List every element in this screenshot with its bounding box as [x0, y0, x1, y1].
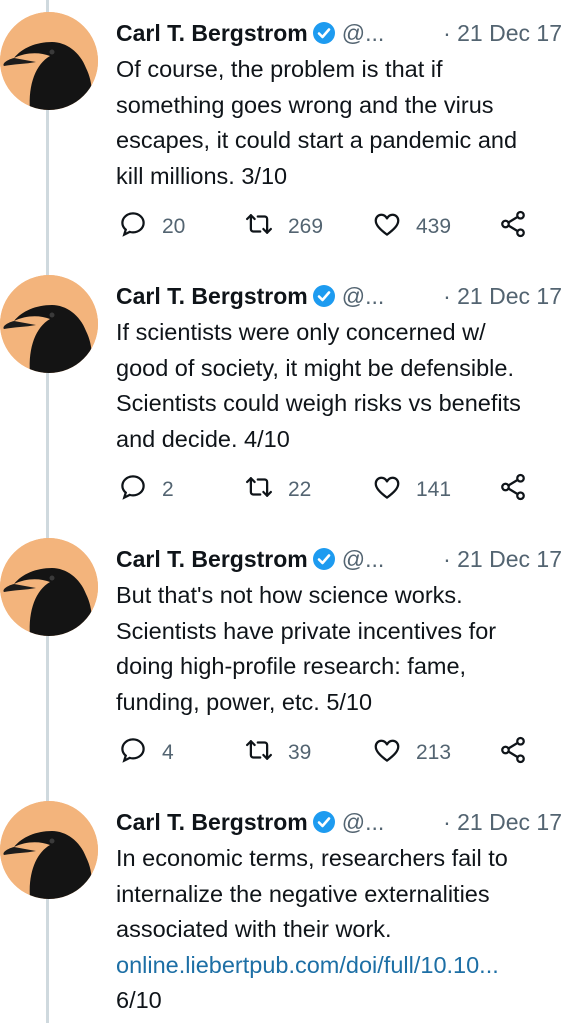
- retweet-icon: [244, 209, 274, 245]
- avatar[interactable]: [0, 12, 98, 110]
- tweet-link[interactable]: online.liebertpub.com/doi/full/10.10...: [116, 948, 582, 984]
- tweet-text-line: something goes wrong and the virus: [116, 91, 494, 118]
- verified-badge-icon: [312, 809, 336, 843]
- author-handle[interactable]: @...: [342, 20, 385, 46]
- tweet-text-line: If scientists were only concerned w/: [116, 319, 486, 345]
- like-button[interactable]: 141: [372, 473, 451, 507]
- tweet-header: Carl T. Bergstrom @... · 21 Dec 17: [116, 16, 576, 50]
- tweet-date[interactable]: · 21 Dec 17: [443, 542, 562, 576]
- retweet-icon: [244, 735, 274, 771]
- tweet-text-line: Scientists could weigh risks vs benefits: [116, 390, 521, 416]
- author-name[interactable]: Carl T. Bergstrom: [116, 20, 308, 46]
- tweet-text-line: But that's not how science works.: [116, 582, 463, 608]
- tweet-text-line: doing high-profile research: fame,: [116, 653, 467, 679]
- author-name[interactable]: Carl T. Bergstrom: [116, 283, 308, 309]
- share-icon: [498, 735, 528, 771]
- heart-icon: [372, 735, 402, 771]
- like-count: 213: [416, 741, 452, 764]
- reply-icon: [118, 735, 148, 771]
- retweet-count: 269: [288, 215, 324, 238]
- tweet-actions: 2 22 141: [118, 473, 538, 507]
- heart-icon: [372, 209, 402, 245]
- tweet-text-line: kill millions. 3/10: [116, 162, 288, 189]
- reply-button[interactable]: 20: [118, 210, 185, 244]
- verified-badge-icon: [312, 283, 336, 317]
- share-button[interactable]: [498, 736, 528, 770]
- tweet-text-line: and decide. 4/10: [116, 425, 290, 452]
- tweet-header: Carl T. Bergstrom @... · 21 Dec 17: [116, 279, 576, 313]
- share-icon: [498, 209, 528, 245]
- tweet-date[interactable]: · 21 Dec 17: [443, 805, 562, 839]
- tweet-text: But that's not how science works. Scient…: [116, 578, 582, 720]
- retweet-icon: [244, 472, 274, 508]
- reply-button[interactable]: 4: [118, 736, 174, 770]
- like-count: 439: [416, 215, 452, 238]
- author-name[interactable]: Carl T. Bergstrom: [116, 546, 308, 572]
- reply-icon: [118, 209, 148, 245]
- tweet-header: Carl T. Bergstrom @... · 21 Dec 17: [116, 542, 576, 576]
- tweet-actions: 20 269 439: [118, 210, 538, 244]
- tweet-text: In economic terms, researchers fail to i…: [116, 841, 582, 1019]
- tweet-text-line: good of society, it might be defensible.: [116, 354, 514, 381]
- verified-badge-icon: [312, 546, 336, 580]
- avatar[interactable]: [0, 801, 98, 899]
- author-handle[interactable]: @...: [342, 546, 385, 572]
- reply-count: 4: [162, 741, 174, 764]
- tweet-text: Of course, the problem is that if someth…: [116, 52, 582, 194]
- retweet-count: 22: [288, 478, 312, 501]
- reply-count: 20: [162, 215, 186, 238]
- author-handle[interactable]: @...: [342, 809, 385, 835]
- tweet-text-line: In economic terms, researchers fail to: [116, 845, 508, 871]
- tweet-text: If scientists were only concerned w/ goo…: [116, 315, 582, 457]
- share-icon: [498, 472, 528, 508]
- reply-icon: [118, 472, 148, 508]
- like-button[interactable]: 439: [372, 210, 451, 244]
- tweet-header: Carl T. Bergstrom @... · 21 Dec 17: [116, 805, 576, 839]
- tweet-actions: 4 39 213: [118, 736, 538, 770]
- retweet-button[interactable]: 22: [244, 473, 311, 507]
- tweet-text-line: Of course, the problem is that if: [116, 56, 443, 82]
- tweet-date[interactable]: · 21 Dec 17: [443, 279, 562, 313]
- author-handle[interactable]: @...: [342, 283, 385, 309]
- avatar[interactable]: [0, 275, 98, 373]
- author-name[interactable]: Carl T. Bergstrom: [116, 809, 308, 835]
- tweet-text-line: internalize the negative externalities: [116, 880, 490, 907]
- tweet-text-line: 6/10: [116, 987, 162, 1013]
- verified-badge-icon: [312, 20, 336, 54]
- tweet-text-line: funding, power, etc. 5/10: [116, 688, 373, 715]
- avatar[interactable]: [0, 538, 98, 636]
- share-button[interactable]: [498, 210, 528, 244]
- tweet-text-line: escapes, it could start a pandemic and: [116, 127, 518, 153]
- reply-count: 2: [162, 478, 174, 501]
- tweet-date[interactable]: · 21 Dec 17: [443, 16, 562, 50]
- retweet-button[interactable]: 39: [244, 736, 311, 770]
- retweet-count: 39: [288, 741, 312, 764]
- tweet-text-line: Scientists have private incentives for: [116, 617, 497, 644]
- heart-icon: [372, 472, 402, 508]
- retweet-button[interactable]: 269: [244, 210, 323, 244]
- like-count: 141: [416, 478, 452, 501]
- tweet-text-line: associated with their work.: [116, 916, 392, 942]
- reply-button[interactable]: 2: [118, 473, 174, 507]
- like-button[interactable]: 213: [372, 736, 451, 770]
- share-button[interactable]: [498, 473, 528, 507]
